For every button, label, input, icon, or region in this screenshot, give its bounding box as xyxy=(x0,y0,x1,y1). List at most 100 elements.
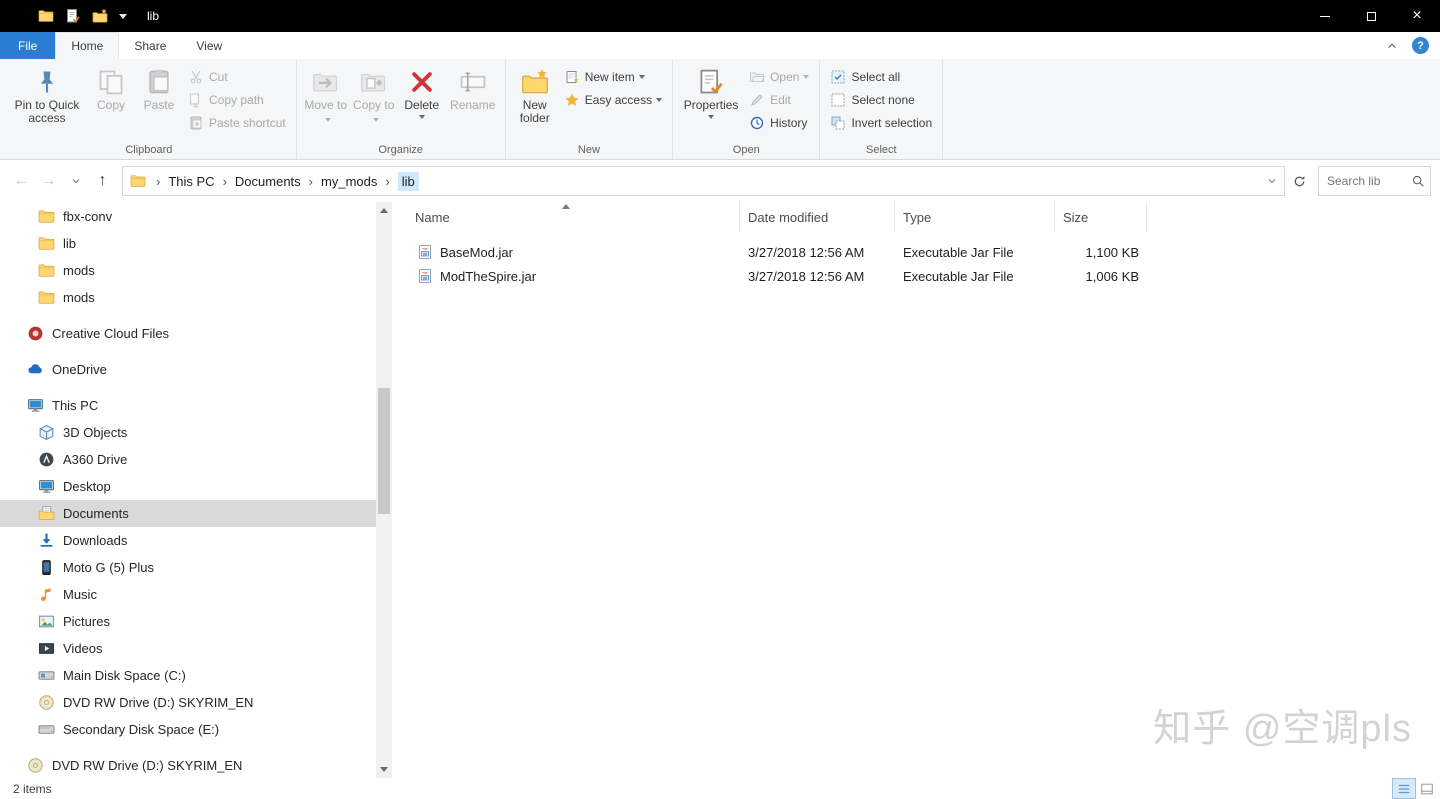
maximize-button[interactable] xyxy=(1348,0,1394,32)
sidebar-item-mods[interactable]: mods xyxy=(0,257,392,284)
crumb-separator-icon[interactable]: › xyxy=(309,174,313,189)
details-view-button[interactable] xyxy=(1392,778,1416,799)
file-row-modthespire[interactable]: ModTheSpire.jar 3/27/2018 12:56 AM Execu… xyxy=(392,264,1440,288)
clipboard-group-label: Clipboard xyxy=(125,144,173,156)
search-input[interactable] xyxy=(1327,174,1411,188)
sidebar-item-a360-drive[interactable]: A360 Drive xyxy=(0,446,392,473)
collapse-ribbon-icon[interactable] xyxy=(1385,39,1399,53)
qat-new-folder-icon[interactable] xyxy=(92,8,108,24)
scroll-down-icon[interactable] xyxy=(380,767,388,772)
tab-file[interactable]: File xyxy=(0,32,56,59)
invert-selection-button[interactable]: Invert selection xyxy=(825,111,937,134)
sidebar-item-dvd-rw-drive-d[interactable]: DVD RW Drive (D:) SKYRIM_EN xyxy=(0,689,392,716)
delete-button[interactable]: Delete xyxy=(399,62,445,142)
qat-customize-chevron-icon[interactable] xyxy=(119,13,127,19)
up-button[interactable]: ↑ xyxy=(89,168,116,195)
sidebar-item-this-pc[interactable]: This PC xyxy=(0,392,392,419)
sidebar-item-3d-objects[interactable]: 3D Objects xyxy=(0,419,392,446)
refresh-button[interactable] xyxy=(1285,167,1313,195)
breadcrumb-my-mods[interactable]: my_mods xyxy=(321,174,377,189)
sidebar-scrollbar[interactable] xyxy=(376,202,392,778)
ribbon-tab-row: File Home Share View ? xyxy=(0,32,1440,59)
documents-icon xyxy=(38,505,55,522)
history-button[interactable]: History xyxy=(744,111,814,134)
sidebar-item-label: Moto G (5) Plus xyxy=(63,560,155,575)
breadcrumb-lib[interactable]: lib xyxy=(397,171,419,191)
file-rows: BaseMod.jar 3/27/2018 12:56 AM Executabl… xyxy=(392,232,1440,288)
minimize-button[interactable] xyxy=(1302,0,1348,32)
sidebar-item-label: Documents xyxy=(63,506,129,521)
paste-shortcut-button: Paste shortcut xyxy=(183,111,291,134)
sidebar-item-mods-2[interactable]: mods xyxy=(0,284,392,311)
address-box[interactable]: › This PC › Documents › my_mods › lib xyxy=(122,166,1285,196)
sidebar-item-music[interactable]: Music xyxy=(0,581,392,608)
window-title: lib xyxy=(147,9,160,23)
file-row-basemod[interactable]: BaseMod.jar 3/27/2018 12:56 AM Executabl… xyxy=(392,240,1440,264)
tab-share[interactable]: Share xyxy=(119,32,181,59)
select-all-button[interactable]: Select all xyxy=(825,65,937,88)
sidebar-item-dvd-rw-drive-d-2[interactable]: DVD RW Drive (D:) SKYRIM_EN xyxy=(0,752,392,778)
disk-icon xyxy=(38,721,55,738)
move-to-dropdown-icon xyxy=(324,118,331,122)
file-name: ModTheSpire.jar xyxy=(440,268,537,284)
thumbnails-view-icon xyxy=(1420,782,1434,796)
tab-view[interactable]: View xyxy=(181,32,237,59)
crumb-separator-icon[interactable]: › xyxy=(223,174,227,189)
column-header-date-modified[interactable]: Date modified xyxy=(740,202,895,232)
thumbnails-view-button[interactable] xyxy=(1416,779,1438,798)
sidebar-item-label: Pictures xyxy=(63,614,110,629)
easy-access-button[interactable]: Easy access xyxy=(559,88,667,111)
properties-button[interactable]: Properties xyxy=(679,62,743,142)
dvd-icon xyxy=(38,694,55,711)
pin-to-quick-access-button[interactable]: Pin to Quick access xyxy=(8,62,86,142)
sidebar-item-pictures[interactable]: Pictures xyxy=(0,608,392,635)
close-button[interactable]: × xyxy=(1394,0,1440,32)
sidebar-item-videos[interactable]: Videos xyxy=(0,635,392,662)
ribbon-group-clipboard: Pin to Quick access Copy Paste Cut Copy … xyxy=(2,59,297,159)
sidebar-item-downloads[interactable]: Downloads xyxy=(0,527,392,554)
sidebar-item-desktop[interactable]: Desktop xyxy=(0,473,392,500)
select-none-button[interactable]: Select none xyxy=(825,88,937,111)
tab-home[interactable]: Home xyxy=(55,32,120,59)
scroll-up-icon[interactable] xyxy=(380,208,388,213)
copy-to-button: Copy to xyxy=(351,62,397,142)
select-none-label: Select none xyxy=(851,92,915,107)
help-icon[interactable]: ? xyxy=(1412,37,1429,54)
search-icon[interactable] xyxy=(1411,174,1425,188)
address-dropdown-icon[interactable] xyxy=(1266,175,1278,187)
copy-to-dropdown-icon xyxy=(372,118,379,122)
new-item-button[interactable]: New item xyxy=(559,65,667,88)
sidebar-item-onedrive[interactable]: OneDrive xyxy=(0,356,392,383)
file-name: BaseMod.jar xyxy=(440,244,513,260)
scrollbar-thumb[interactable] xyxy=(378,388,390,514)
sidebar-item-fbx-conv[interactable]: fbx-conv xyxy=(0,203,392,230)
column-header-size[interactable]: Size xyxy=(1055,202,1147,232)
videos-icon xyxy=(38,640,55,657)
this-pc-icon xyxy=(27,397,44,414)
sidebar-item-documents[interactable]: Documents xyxy=(0,500,392,527)
crumb-separator-icon[interactable]: › xyxy=(385,174,389,189)
sidebar-item-creative-cloud-files[interactable]: Creative Cloud Files xyxy=(0,320,392,347)
cut-icon xyxy=(188,69,204,85)
breadcrumb-documents[interactable]: Documents xyxy=(235,174,301,189)
creative-cloud-icon xyxy=(27,325,44,342)
delete-icon xyxy=(408,68,436,96)
sidebar-item-main-disk-c[interactable]: Main Disk Space (C:) xyxy=(0,662,392,689)
breadcrumb-this-pc[interactable]: This PC xyxy=(168,174,214,189)
details-view-icon xyxy=(1397,782,1411,796)
qat-properties-icon[interactable] xyxy=(65,8,81,24)
sidebar-item-moto-g5-plus[interactable]: Moto G (5) Plus xyxy=(0,554,392,581)
cut-button: Cut xyxy=(183,65,291,88)
column-header-type[interactable]: Type xyxy=(895,202,1055,232)
sidebar-item-secondary-disk-e[interactable]: Secondary Disk Space (E:) xyxy=(0,716,392,743)
sidebar-item-lib[interactable]: lib xyxy=(0,230,392,257)
new-folder-button[interactable]: New folder xyxy=(512,62,558,142)
pictures-icon xyxy=(38,613,55,630)
cut-label: Cut xyxy=(209,69,228,84)
main-area: fbx-conv lib mods mods Creative Cloud Fi… xyxy=(0,202,1440,778)
new-group-label: New xyxy=(577,144,600,156)
jar-file-icon xyxy=(417,268,433,284)
sidebar-item-label: Secondary Disk Space (E:) xyxy=(63,722,220,737)
recent-locations-button[interactable] xyxy=(62,168,89,195)
copy-to-icon xyxy=(360,68,388,96)
